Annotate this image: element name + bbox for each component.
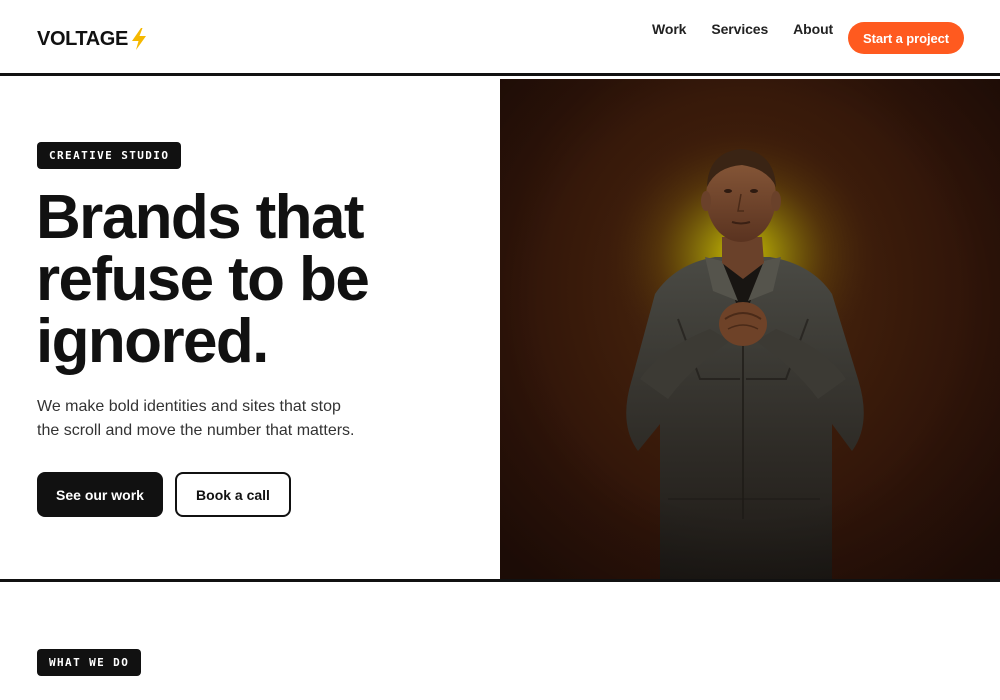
hero-content: CREATIVE STUDIO Brands that refuse to be… [0, 79, 500, 579]
hero-title-line-3: ignored. [36, 307, 269, 376]
see-our-work-button[interactable]: See our work [37, 472, 163, 517]
hero-image [500, 79, 1000, 579]
hero-subtitle-line-2: the scroll and move the number that matt… [37, 422, 355, 439]
lightning-bolt-icon [131, 28, 146, 50]
nav-link-work[interactable]: Work [652, 21, 686, 37]
hero-section: CREATIVE STUDIO Brands that refuse to be… [0, 79, 1000, 582]
hero-tag: CREATIVE STUDIO [37, 142, 182, 169]
logo-text: VOLTAGE [37, 27, 128, 50]
hero-title-line-1: Brands that [36, 183, 364, 252]
main-nav: Work Services About [652, 21, 833, 37]
logo[interactable]: VOLTAGE [37, 27, 149, 51]
nav-link-about[interactable]: About [793, 21, 833, 37]
hero-subtitle-line-1: We make bold identities and sites that s… [37, 398, 341, 415]
what-we-do-tag: WHAT WE DO [37, 649, 142, 676]
hero-title: Brands that refuse to be ignored. [36, 187, 496, 373]
portrait-photo [500, 79, 1000, 579]
hero-subtitle: We make bold identities and sites that s… [37, 395, 397, 443]
book-a-call-button[interactable]: Book a call [175, 472, 291, 517]
nav-link-services[interactable]: Services [711, 21, 768, 37]
start-project-button[interactable]: Start a project [848, 22, 964, 54]
site-header: VOLTAGE Work Services About Start a proj… [0, 0, 1000, 76]
hero-title-line-2: refuse to be [36, 245, 370, 314]
